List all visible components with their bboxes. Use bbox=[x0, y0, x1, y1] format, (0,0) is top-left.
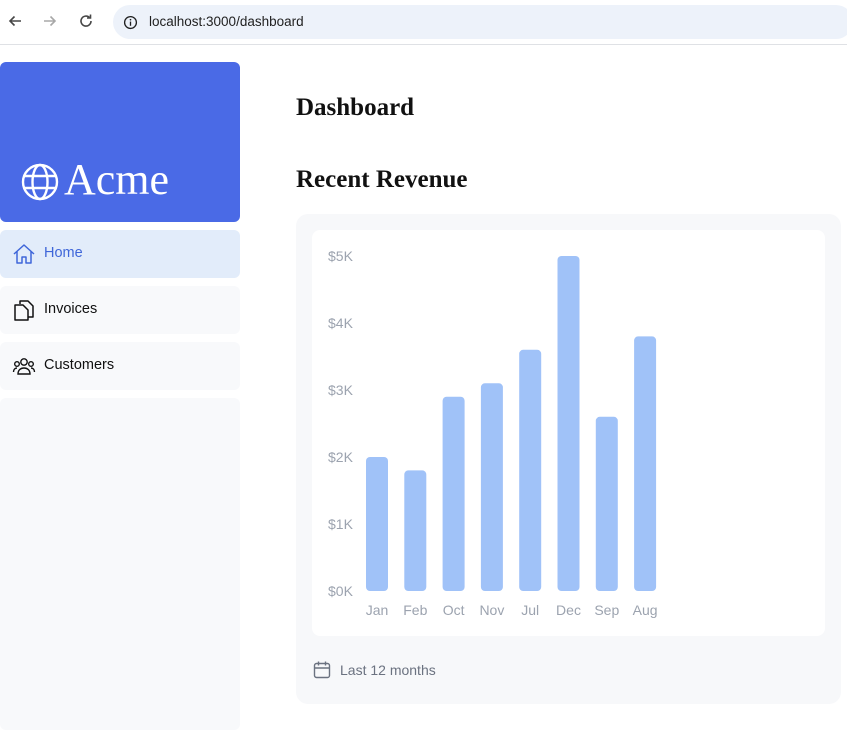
url-text: localhost:3000/dashboard bbox=[149, 14, 304, 29]
sidebar-item-customers[interactable]: Customers bbox=[0, 342, 240, 390]
home-icon bbox=[12, 243, 36, 265]
address-bar[interactable]: localhost:3000/dashboard bbox=[113, 5, 847, 39]
revenue-bar bbox=[634, 336, 657, 591]
revenue-bar bbox=[366, 457, 388, 591]
x-tick-label: Nov bbox=[479, 602, 504, 618]
section-title: Recent Revenue bbox=[296, 166, 468, 193]
y-tick-label: $1K bbox=[328, 516, 354, 532]
sidebar-spacer bbox=[0, 398, 240, 730]
revenue-bar bbox=[595, 416, 618, 591]
revenue-chart: $5K $4K $3K $2K $1K $0K Jan Feb Oct Nov Jul Dec Sep A… bbox=[328, 248, 658, 618]
revenue-bar bbox=[442, 396, 465, 591]
x-tick-label: Jul bbox=[521, 602, 539, 618]
revenue-footer-text: Last 12 months bbox=[340, 662, 436, 678]
y-tick-label: $2K bbox=[328, 449, 354, 465]
revenue-bar bbox=[480, 383, 503, 591]
site-info-icon[interactable] bbox=[121, 13, 139, 31]
page-title: Dashboard bbox=[296, 94, 415, 121]
x-tick-label: Aug bbox=[633, 602, 658, 618]
y-tick-label: $5K bbox=[328, 248, 354, 264]
reload-icon[interactable] bbox=[76, 11, 96, 31]
forward-arrow-icon[interactable] bbox=[40, 11, 60, 31]
globe-icon bbox=[20, 162, 60, 202]
revenue-bar bbox=[519, 349, 542, 591]
y-tick-label: $0K bbox=[328, 583, 354, 599]
logo-text: Acme bbox=[64, 155, 170, 204]
users-icon bbox=[12, 355, 36, 377]
x-tick-label: Sep bbox=[594, 602, 619, 618]
sidebar-item-home[interactable]: Home bbox=[0, 230, 240, 278]
revenue-bar bbox=[404, 470, 427, 591]
revenue-bar bbox=[557, 256, 580, 591]
sidebar-item-label: Customers bbox=[44, 357, 115, 373]
x-tick-label: Oct bbox=[443, 602, 465, 618]
x-tick-label: Feb bbox=[403, 602, 427, 618]
x-tick-label: Jan bbox=[366, 602, 389, 618]
x-tick-label: Dec bbox=[556, 602, 581, 618]
y-tick-label: $4K bbox=[328, 315, 354, 331]
document-icon bbox=[12, 299, 36, 321]
sidebar-item-label: Invoices bbox=[44, 301, 98, 317]
y-tick-label: $3K bbox=[328, 382, 354, 398]
browser-toolbar: localhost:3000/dashboard bbox=[0, 0, 847, 45]
calendar-icon bbox=[313, 660, 331, 679]
sidebar-item-invoices[interactable]: Invoices bbox=[0, 286, 240, 334]
revenue-chart-panel: $5K $4K $3K $2K $1K $0K Jan Feb Oct Nov Jul Dec Sep A… bbox=[312, 230, 825, 636]
sidebar-item-label: Home bbox=[44, 245, 83, 261]
back-arrow-icon[interactable] bbox=[5, 11, 25, 31]
